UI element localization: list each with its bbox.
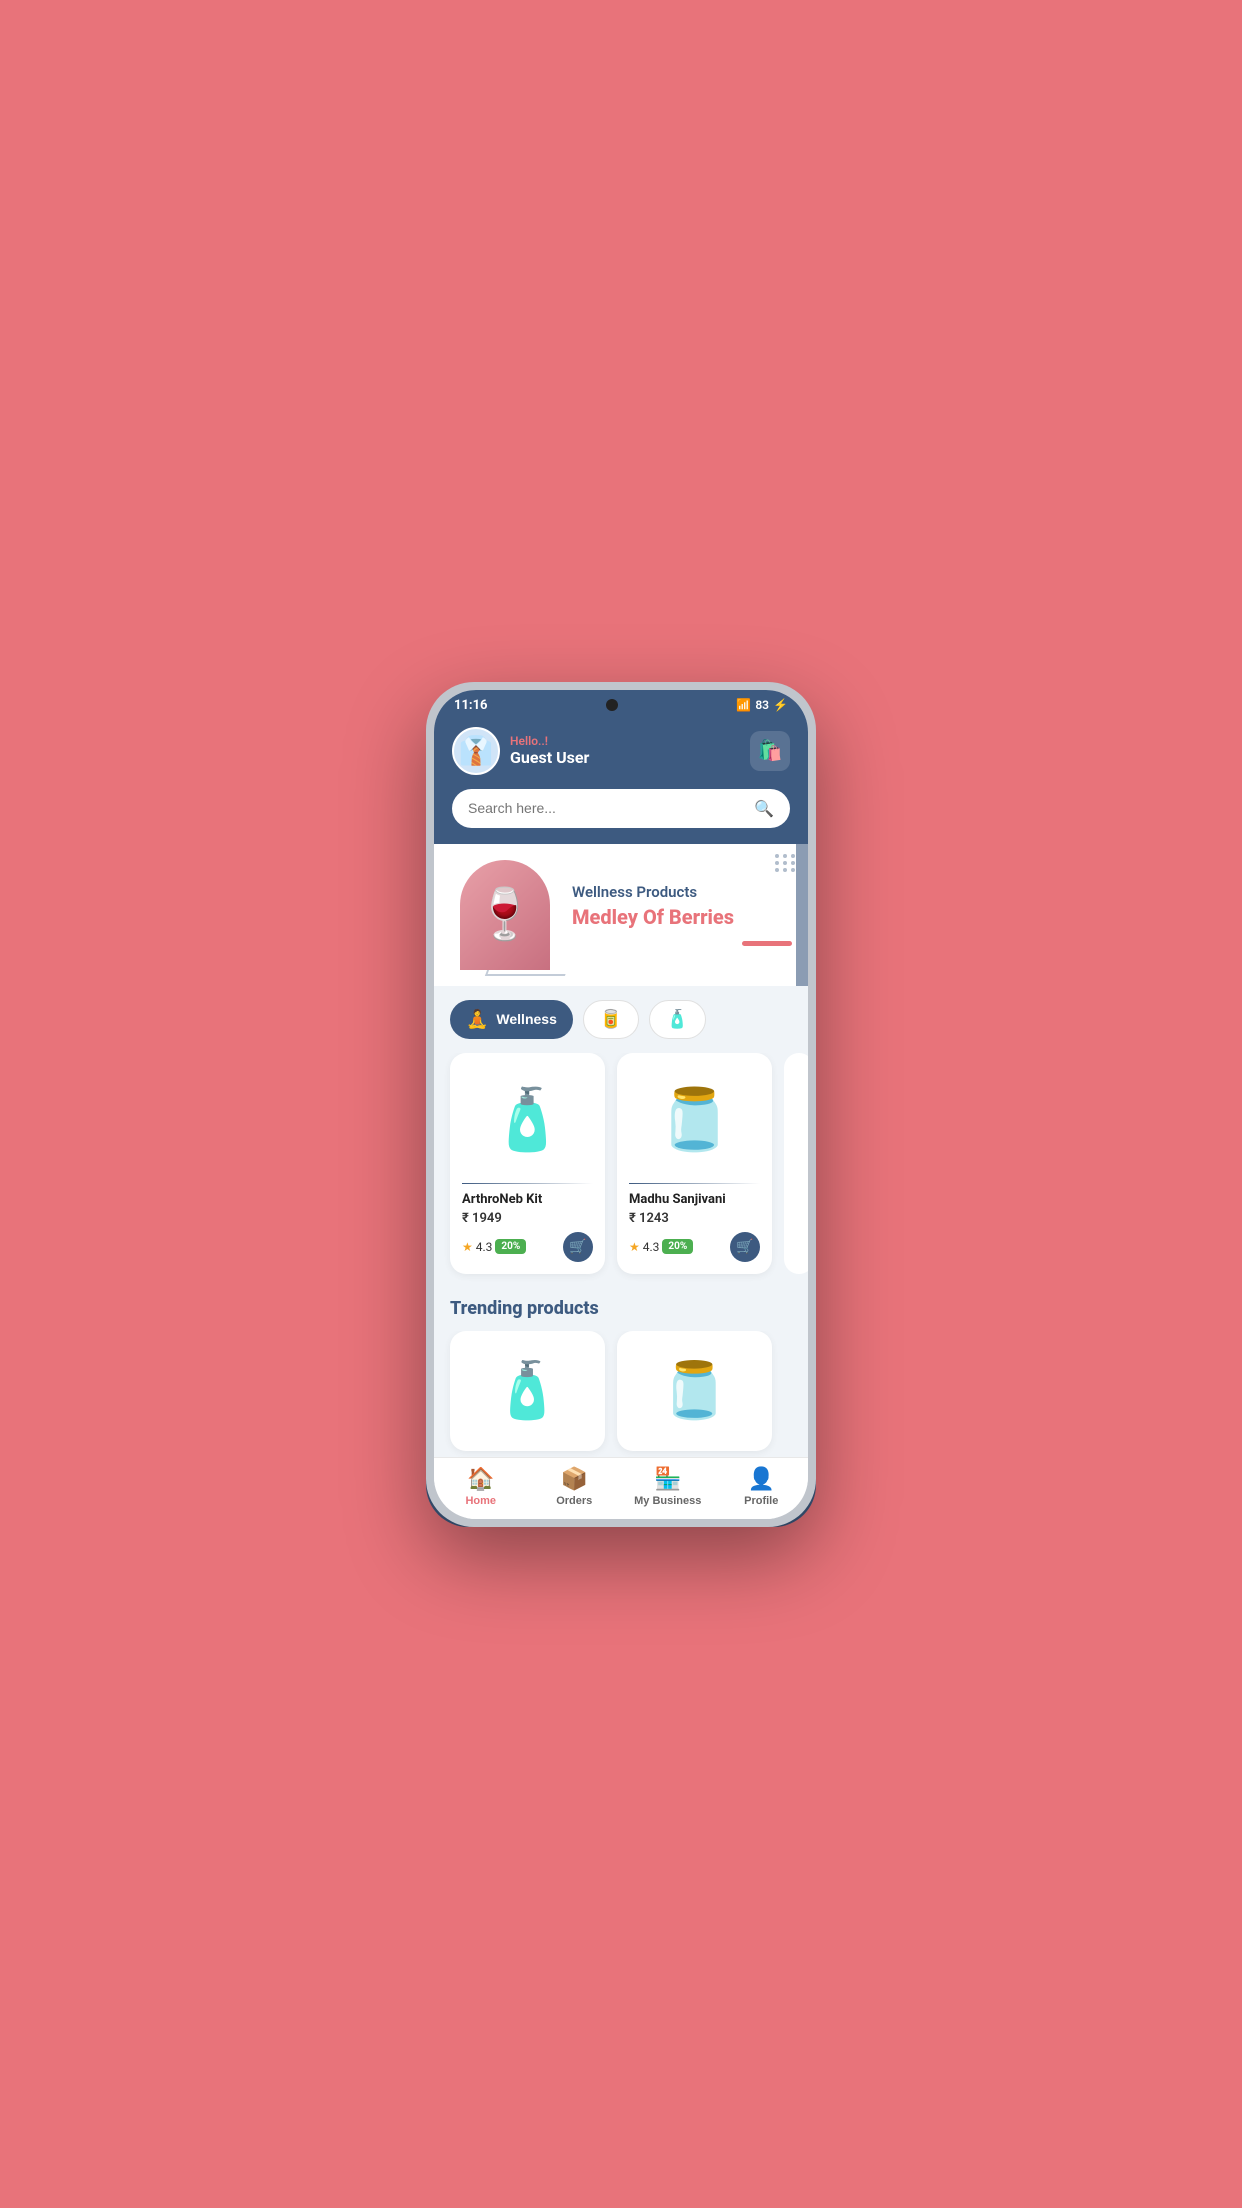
- banner-title: Medley Of Berries: [572, 905, 792, 929]
- food-icon: 🥫: [600, 1009, 622, 1030]
- profile-icon: 👤: [748, 1466, 775, 1492]
- product-name-2: Madhu Sanjivani: [629, 1192, 760, 1207]
- hello-text: Hello..!: [510, 734, 589, 748]
- trending-card-2: 🫙: [617, 1331, 772, 1451]
- cleaning-icon: 🧴: [666, 1009, 688, 1030]
- search-box: 🔍: [452, 789, 790, 828]
- category-tabs: 🧘 Wellness 🥫 🧴: [434, 986, 808, 1053]
- product-price-2: ₹ 1243: [629, 1211, 760, 1226]
- user-name: Guest User: [510, 748, 589, 767]
- camera-notch: [606, 699, 618, 711]
- orders-icon: 📦: [561, 1466, 588, 1492]
- header-left: 👔 Hello..! Guest User: [452, 727, 589, 775]
- product-img-2: 🫙: [657, 1084, 732, 1155]
- product-divider-2: [629, 1183, 760, 1184]
- category-tab-food[interactable]: 🥫: [583, 1000, 639, 1039]
- cart-icon: 🛍️: [758, 738, 783, 763]
- home-icon: 🏠: [467, 1466, 494, 1492]
- product-img-1: 🧴: [490, 1084, 565, 1155]
- business-icon: 🏪: [654, 1466, 681, 1492]
- banner-arch: 🍷: [460, 860, 550, 970]
- nav-item-profile[interactable]: 👤 Profile: [715, 1466, 809, 1507]
- category-tab-wellness[interactable]: 🧘 Wellness: [450, 1000, 573, 1039]
- orders-label: Orders: [556, 1495, 592, 1507]
- rating-value-1: 4.3: [476, 1240, 493, 1254]
- product-img-area-2: 🫙: [629, 1065, 760, 1175]
- product-footer-2: ★ 4.3 20% 🛒: [629, 1232, 760, 1262]
- nav-item-orders[interactable]: 📦 Orders: [528, 1466, 622, 1507]
- product-rating-2: ★ 4.3 20%: [629, 1239, 693, 1254]
- search-container: 🔍: [434, 789, 808, 844]
- rating-value-2: 4.3: [643, 1240, 660, 1254]
- wifi-icon: 📶: [736, 698, 751, 712]
- product-card-2: 🫙 Madhu Sanjivani ₹ 1243 ★ 4.3 20% 🛒: [617, 1053, 772, 1274]
- trending-card-1: 🧴: [450, 1331, 605, 1451]
- search-icon: 🔍: [754, 799, 774, 818]
- nav-item-business[interactable]: 🏪 My Business: [621, 1466, 715, 1507]
- status-time: 11:16: [454, 698, 488, 713]
- avatar[interactable]: 👔: [452, 727, 500, 775]
- wellness-label: Wellness: [496, 1011, 556, 1027]
- banner-text: Wellness Products Medley Of Berries: [560, 883, 792, 946]
- search-input[interactable]: [468, 800, 746, 816]
- product-rating-1: ★ 4.3 20%: [462, 1239, 526, 1254]
- main-content: 🍷 Wellness Products Medley Of Berries 🧘 …: [434, 844, 808, 1457]
- battery-icon: 83: [755, 698, 769, 712]
- star-icon-1: ★: [462, 1240, 473, 1254]
- user-avatar-icon: 👔: [459, 734, 494, 767]
- banner-subtitle: Wellness Products: [572, 883, 792, 901]
- product-img-area-1: 🧴: [462, 1065, 593, 1175]
- product-price-1: ₹ 1949: [462, 1211, 593, 1226]
- banner-dots: [775, 854, 796, 872]
- add-to-cart-btn-1[interactable]: 🛒: [563, 1232, 593, 1262]
- product-divider-1: [462, 1183, 593, 1184]
- category-tab-cleaning[interactable]: 🧴: [649, 1000, 705, 1039]
- home-label: Home: [465, 1495, 496, 1507]
- product-card-1: 🧴 ArthroNeb Kit ₹ 1949 ★ 4.3 20% 🛒: [450, 1053, 605, 1274]
- cart-button[interactable]: 🛍️: [750, 731, 790, 771]
- greeting-section: Hello..! Guest User: [510, 734, 589, 767]
- discount-badge-1: 20%: [495, 1239, 526, 1254]
- banner-right-block: [796, 844, 808, 986]
- banner-indicator: [742, 941, 792, 946]
- trending-img-2: 🫙: [660, 1359, 728, 1423]
- add-to-cart-btn-2[interactable]: 🛒: [730, 1232, 760, 1262]
- business-label: My Business: [634, 1495, 701, 1507]
- star-icon-2: ★: [629, 1240, 640, 1254]
- banner-image-area: 🍷: [450, 860, 560, 970]
- banner: 🍷 Wellness Products Medley Of Berries: [434, 844, 808, 986]
- header: 👔 Hello..! Guest User 🛍️: [434, 717, 808, 789]
- products-scroll: 🧴 ArthroNeb Kit ₹ 1949 ★ 4.3 20% 🛒: [434, 1053, 808, 1290]
- profile-label: Profile: [744, 1495, 778, 1507]
- bottom-nav: 🏠 Home 📦 Orders 🏪 My Business 👤 Profile: [434, 1457, 808, 1519]
- product-footer-1: ★ 4.3 20% 🛒: [462, 1232, 593, 1262]
- discount-badge-2: 20%: [662, 1239, 693, 1254]
- status-icons: 📶 83 ⚡: [736, 698, 788, 712]
- trending-scroll: 🧴 🫙: [434, 1331, 808, 1457]
- wellness-icon: 🧘: [466, 1009, 488, 1030]
- nav-item-home[interactable]: 🏠 Home: [434, 1466, 528, 1507]
- product-card-partial: [784, 1053, 808, 1274]
- status-bar: 11:16 📶 83 ⚡: [434, 690, 808, 717]
- charging-icon: ⚡: [773, 698, 788, 712]
- banner-bottle-icon: 🍷: [474, 886, 536, 944]
- product-name-1: ArthroNeb Kit: [462, 1192, 593, 1207]
- trending-img-1: 🧴: [493, 1359, 561, 1423]
- trending-section-title: Trending products: [434, 1290, 808, 1331]
